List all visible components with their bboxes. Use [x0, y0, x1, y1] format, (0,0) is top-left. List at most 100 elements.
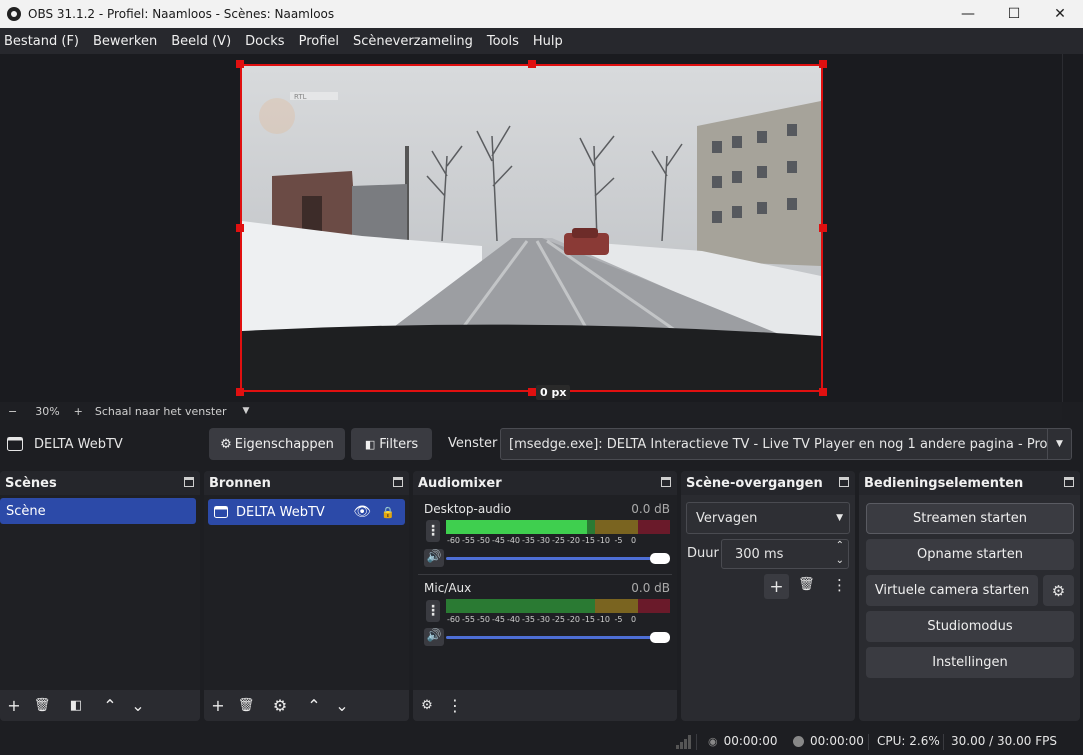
menu-profiel[interactable]: Profiel	[295, 34, 343, 49]
menu-tools[interactable]: Tools	[483, 34, 523, 49]
resize-handle-tl[interactable]	[236, 60, 244, 68]
transition-select-value: Vervagen	[696, 510, 758, 526]
duration-spinbox[interactable]: 300 ms ⌃ ⌄	[721, 539, 849, 569]
controls-title: Bedieningselementen	[864, 475, 1024, 491]
channel-divider	[418, 574, 672, 575]
scene-filters-icon[interactable]: ◧	[62, 698, 90, 713]
chevron-down-icon: ▼	[836, 513, 843, 523]
start-recording-button[interactable]: Opname starten	[866, 539, 1074, 570]
meter-tick-label: -60	[446, 615, 461, 624]
minimize-button[interactable]: —	[945, 0, 991, 28]
undock-icon[interactable]	[661, 477, 671, 487]
volume-slider[interactable]	[446, 557, 658, 560]
add-scene-icon[interactable]: +	[0, 696, 28, 715]
advanced-audio-gear-icon[interactable]: ⚙	[413, 698, 441, 713]
volume-slider[interactable]	[446, 636, 658, 639]
gear-icon: ⚙	[220, 436, 232, 452]
meter-tick-label: -20	[566, 536, 581, 545]
zoom-level: 30%	[35, 404, 60, 418]
live-time: 00:00:00	[723, 734, 778, 748]
meter-tick-label: -35	[521, 536, 536, 545]
meter-tick-label: -15	[581, 536, 596, 545]
move-down-icon[interactable]: ⌄	[124, 696, 152, 715]
video-frame-image: RTL	[242, 66, 821, 390]
move-up-icon[interactable]: ⌃	[96, 696, 124, 715]
resize-handle-bl[interactable]	[236, 388, 244, 396]
sources-title: Bronnen	[209, 475, 271, 491]
video-source-frame[interactable]: RTL	[240, 64, 823, 392]
menu-sceneverzameling[interactable]: Scèneverzameling	[349, 34, 477, 49]
filters-label: Filters	[379, 436, 419, 452]
speaker-icon[interactable]: 🔊	[424, 549, 444, 567]
resize-handle-r[interactable]	[819, 224, 827, 232]
volume-slider-knob[interactable]	[650, 632, 670, 643]
resize-handle-tr[interactable]	[819, 60, 827, 68]
trash-icon[interactable]: 🗑	[232, 698, 260, 713]
speaker-icon[interactable]: 🔊	[424, 628, 444, 646]
source-item[interactable]: DELTA WebTV 👁 🔒	[208, 499, 405, 525]
resize-handle-t[interactable]	[528, 60, 536, 68]
channel-menu-icon[interactable]: ⋮	[426, 600, 440, 622]
virtual-camera-gear-icon[interactable]: ⚙	[1043, 575, 1074, 606]
undock-icon[interactable]	[839, 477, 849, 487]
meter-ticks: -60 -55 -50 -45 -40 -35 -30 -25 -20 -15 -10 -5 0	[446, 536, 641, 545]
meter-tick-label: -25	[551, 615, 566, 624]
source-properties-gear-icon[interactable]: ⚙	[266, 696, 294, 715]
window-select[interactable]: [msedge.exe]: DELTA Interactieve TV - Li…	[500, 428, 1072, 460]
zoom-dropdown-icon[interactable]: ▼	[243, 406, 250, 416]
trash-icon[interactable]: 🗑	[798, 577, 815, 592]
menu-bestand[interactable]: Bestand (F)	[0, 34, 83, 49]
close-button[interactable]: ✕	[1037, 0, 1083, 28]
more-options-icon[interactable]: ⋮	[832, 576, 847, 594]
undock-icon[interactable]	[1064, 477, 1074, 487]
start-virtual-camera-button[interactable]: Virtuele camera starten	[866, 575, 1038, 606]
spin-up-icon[interactable]: ⌃	[836, 540, 844, 551]
channel-name: Mic/Aux	[424, 581, 472, 595]
undock-icon[interactable]	[393, 477, 403, 487]
meter-zone	[446, 599, 596, 613]
add-transition-icon[interactable]: +	[764, 574, 789, 599]
maximize-button[interactable]: ☐	[991, 0, 1037, 28]
start-streaming-button[interactable]: Streamen starten	[866, 503, 1074, 534]
menu-docks[interactable]: Docks	[241, 34, 288, 49]
meter-tick-label: -25	[551, 536, 566, 545]
resize-handle-br[interactable]	[819, 388, 827, 396]
meter-zone	[595, 520, 638, 534]
scene-item[interactable]: Scène	[0, 498, 196, 524]
more-options-icon[interactable]: ⋮	[441, 696, 469, 715]
meter-tick-label: -15	[581, 615, 596, 624]
transition-select[interactable]: Vervagen ▼	[686, 502, 850, 534]
visibility-eye-icon[interactable]: 👁	[353, 504, 371, 520]
chevron-down-icon[interactable]: ▼	[1047, 429, 1071, 459]
properties-button[interactable]: ⚙ Eigenschappen	[209, 428, 345, 460]
undock-icon[interactable]	[184, 477, 194, 487]
offset-label: 0 px	[536, 385, 571, 400]
filters-button[interactable]: ◧ Filters	[351, 428, 432, 460]
channel-menu-icon[interactable]: ⋮	[426, 520, 440, 542]
spin-down-icon[interactable]: ⌄	[836, 555, 844, 566]
meter-zone	[637, 520, 670, 534]
menu-hulp[interactable]: Hulp	[529, 34, 567, 49]
preview-scrollbar[interactable]	[1062, 54, 1083, 402]
settings-button[interactable]: Instellingen	[866, 647, 1074, 678]
recording-indicator: 00:00:00	[793, 734, 864, 748]
move-down-icon[interactable]: ⌄	[328, 696, 356, 715]
resize-handle-b[interactable]	[528, 388, 536, 396]
lock-icon[interactable]: 🔒	[381, 506, 395, 519]
zoom-in-button[interactable]: +	[74, 405, 83, 418]
scale-to-window-label[interactable]: Schaal naar het venster	[95, 405, 227, 418]
menu-bewerken[interactable]: Bewerken	[89, 34, 161, 49]
channel-name: Desktop-audio	[424, 502, 512, 516]
trash-icon[interactable]: 🗑	[28, 698, 56, 713]
live-indicator: ◉ 00:00:00	[708, 734, 778, 748]
volume-slider-knob[interactable]	[650, 553, 670, 564]
resize-handle-l[interactable]	[236, 224, 244, 232]
menu-beeld[interactable]: Beeld (V)	[167, 34, 235, 49]
zoom-out-button[interactable]: −	[8, 405, 17, 418]
add-source-icon[interactable]: +	[204, 696, 232, 715]
studio-mode-button[interactable]: Studiomodus	[866, 611, 1074, 642]
move-up-icon[interactable]: ⌃	[300, 696, 328, 715]
meter-tick-label: -20	[566, 615, 581, 624]
meter-tick-label: -45	[491, 536, 506, 545]
window-source-icon	[214, 506, 228, 518]
